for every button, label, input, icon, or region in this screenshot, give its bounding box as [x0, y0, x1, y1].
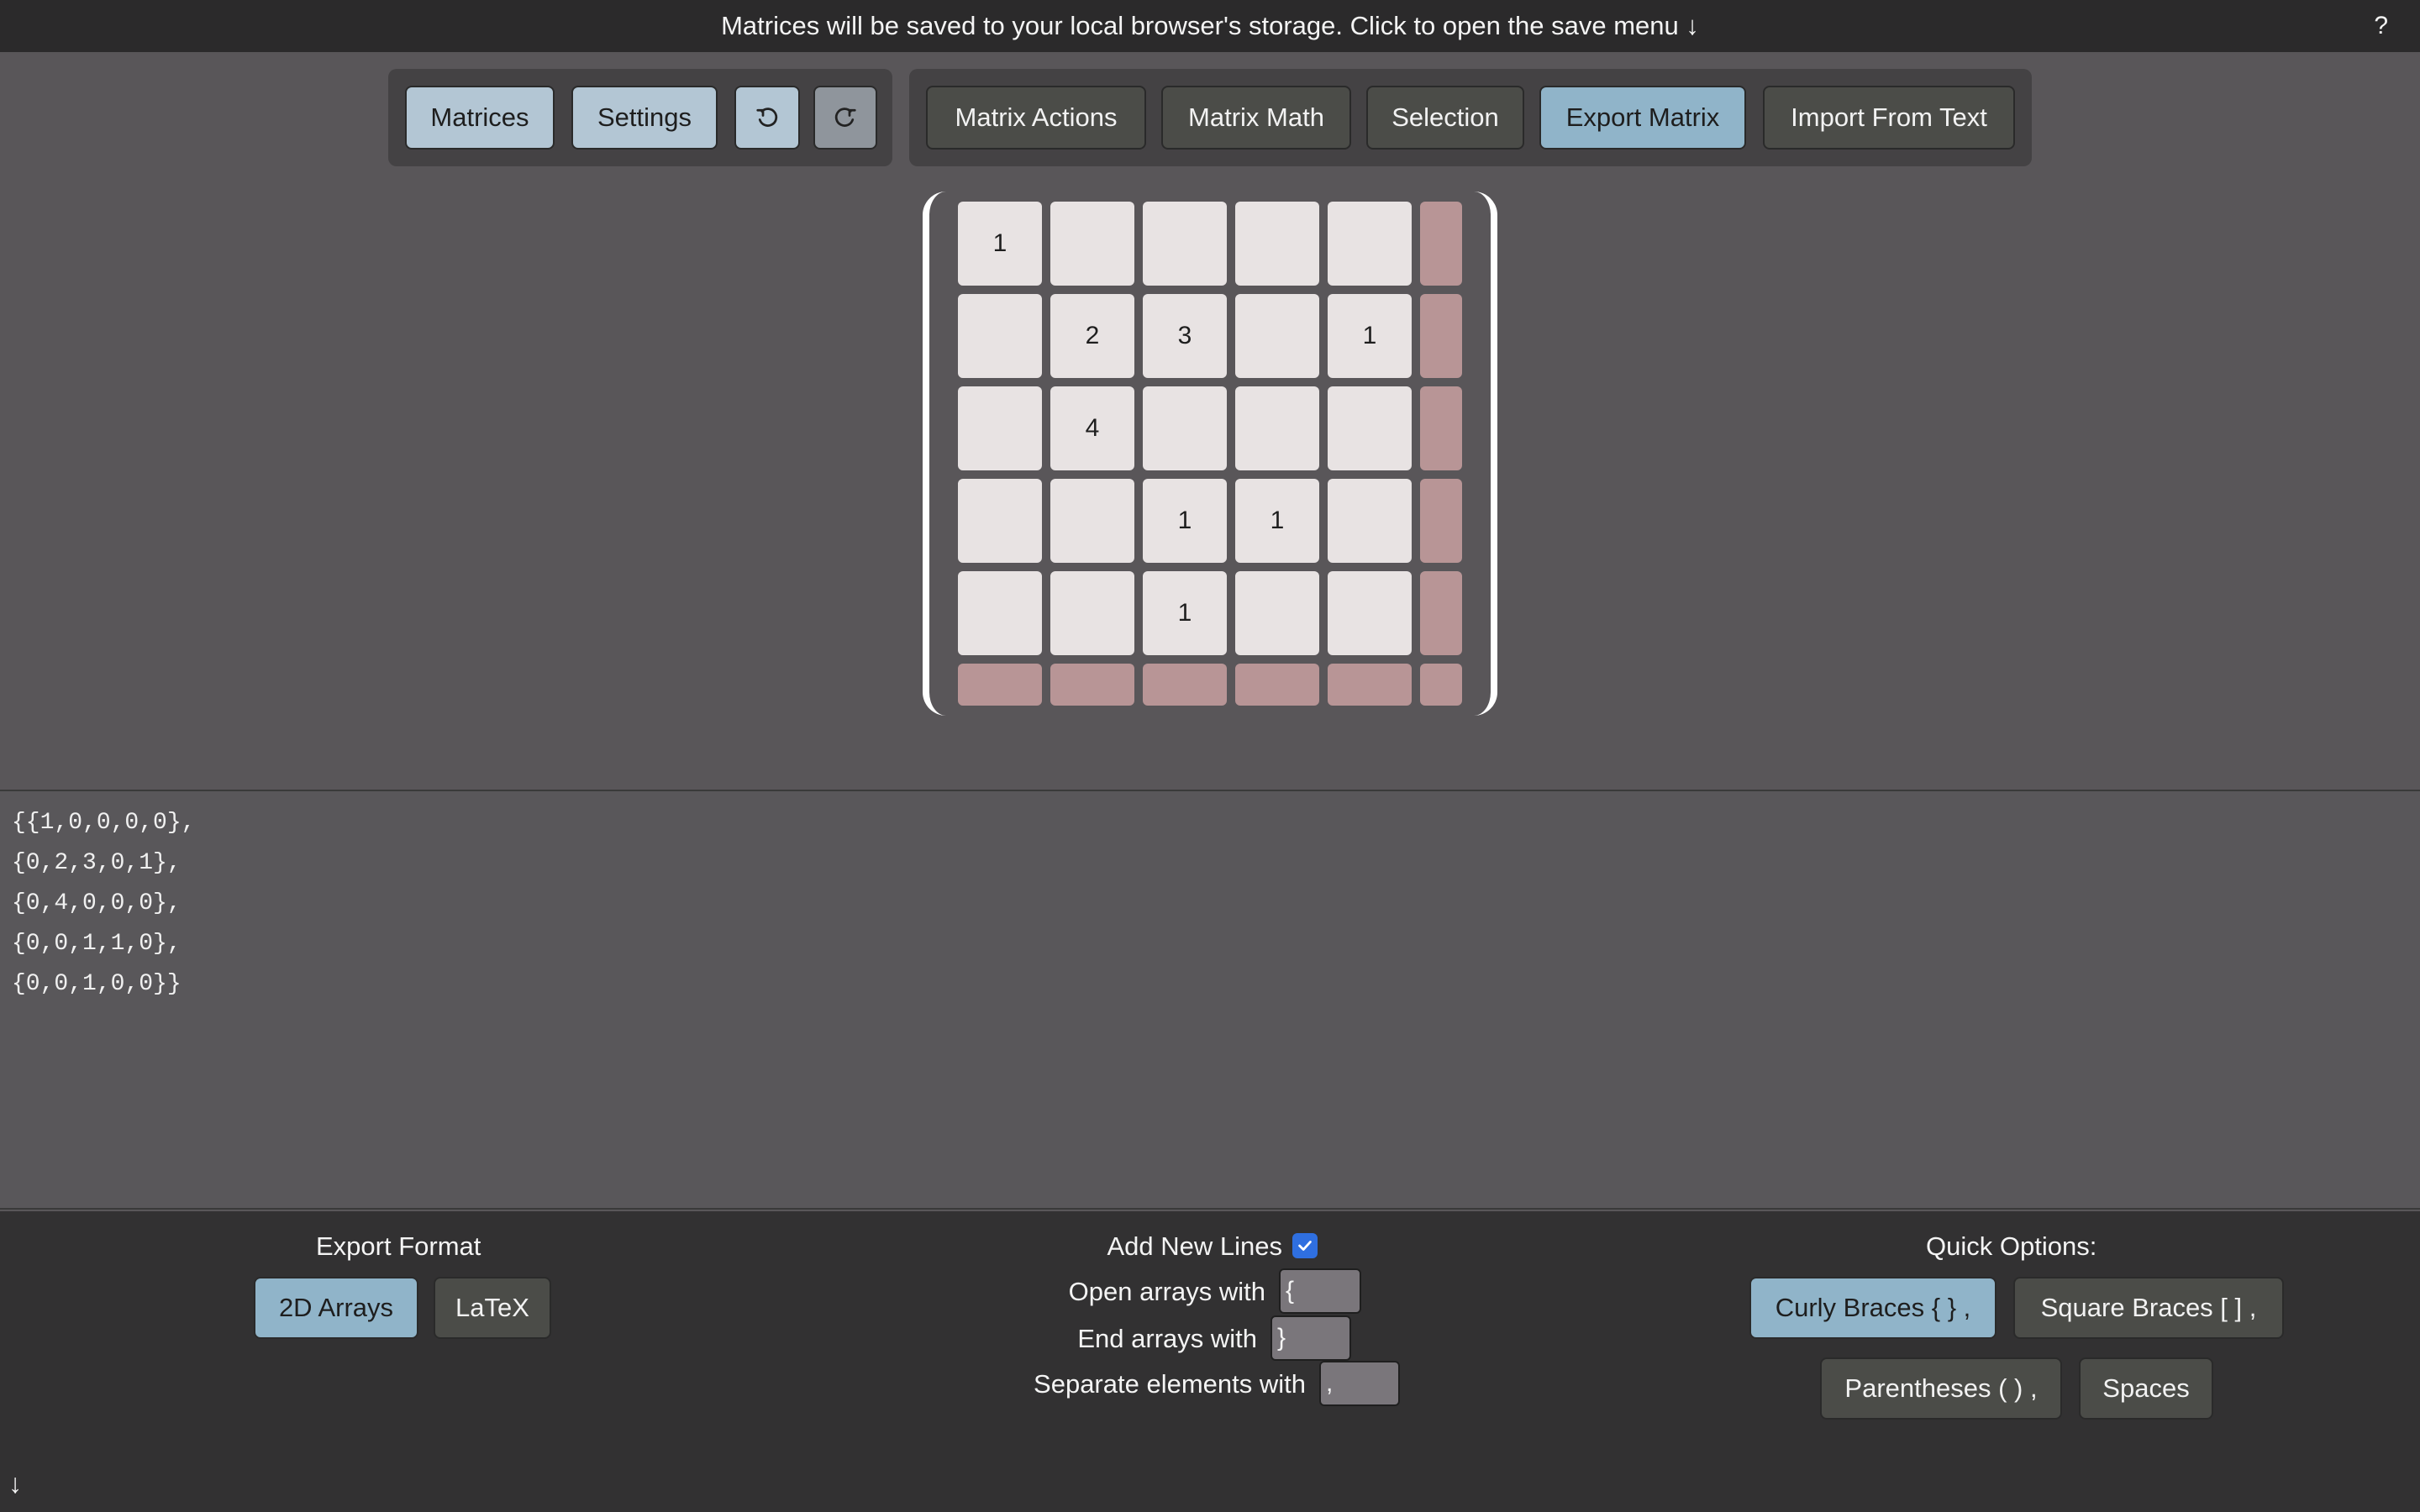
left-bracket	[923, 192, 946, 716]
save-banner[interactable]: Matrices will be saved to your local bro…	[0, 0, 2420, 52]
matrix-cell[interactable]	[1328, 386, 1412, 470]
export-format-title: Export Format	[316, 1231, 481, 1261]
separate-elements-input[interactable]	[1319, 1361, 1400, 1406]
matrix-cell[interactable]	[958, 386, 1042, 470]
format-2d-arrays-button[interactable]: 2D Arrays	[254, 1277, 418, 1339]
open-arrays-input[interactable]	[1279, 1268, 1361, 1314]
settings-button[interactable]: Settings	[571, 86, 718, 150]
matrix-editor: 12314111	[923, 188, 1497, 721]
export-options-panel: Export Format 2D Arrays LaTeX Add New Li…	[0, 1211, 2420, 1512]
matrix-cell[interactable]	[1143, 386, 1227, 470]
open-arrays-label: Open arrays with	[1068, 1277, 1265, 1306]
export-line: {0,4,0,0,0},	[12, 890, 182, 916]
matrix-cell[interactable]: 1	[1235, 479, 1319, 563]
matrix-cell[interactable]: 3	[1143, 294, 1227, 378]
end-arrays-input[interactable]	[1270, 1315, 1351, 1361]
add-column-cell[interactable]	[1420, 571, 1462, 655]
matrix-cell[interactable]	[958, 479, 1042, 563]
matrix-cell[interactable]: 1	[1328, 294, 1412, 378]
save-banner-text: Matrices will be saved to your local bro…	[721, 11, 1699, 40]
quick-curly-braces-button[interactable]: Curly Braces { } ,	[1749, 1277, 1996, 1339]
matrix-cell[interactable]: 1	[1143, 571, 1227, 655]
add-row-cell[interactable]	[958, 664, 1042, 706]
main-toolbar: Matrices Settings	[388, 69, 892, 166]
add-column-cell[interactable]	[1420, 479, 1462, 563]
matrix-cell[interactable]	[1235, 294, 1319, 378]
matrix-cell[interactable]: 2	[1050, 294, 1134, 378]
matrix-cell[interactable]	[1050, 479, 1134, 563]
format-latex-button[interactable]: LaTeX	[434, 1277, 551, 1339]
tab-selection[interactable]: Selection	[1366, 86, 1524, 150]
redo-icon	[833, 105, 858, 130]
matrix-cell[interactable]: 4	[1050, 386, 1134, 470]
add-new-lines-checkbox[interactable]	[1292, 1233, 1318, 1258]
export-line: {0,0,1,1,0},	[12, 931, 182, 957]
matrix-cell[interactable]	[958, 294, 1042, 378]
matrix-cell[interactable]	[1050, 571, 1134, 655]
matrices-button[interactable]: Matrices	[405, 86, 555, 150]
undo-button[interactable]	[734, 86, 800, 150]
add-column-cell[interactable]	[1420, 294, 1462, 378]
export-output[interactable]: {{1,0,0,0,0}, {0,2,3,0,1}, {0,4,0,0,0}, …	[0, 790, 2420, 1210]
matrix-cell[interactable]	[1328, 202, 1412, 286]
tab-matrix-math[interactable]: Matrix Math	[1161, 86, 1351, 150]
tab-export-matrix[interactable]: Export Matrix	[1539, 86, 1746, 150]
add-row-cell[interactable]	[1328, 664, 1412, 706]
matrix-cell[interactable]: 1	[1143, 479, 1227, 563]
tab-toolbar: Matrix Actions Matrix Math Selection Exp…	[909, 69, 2032, 166]
matrix-cell[interactable]: 1	[958, 202, 1042, 286]
export-line: {0,0,1,0,0}}	[12, 971, 182, 997]
add-row-cell[interactable]	[1050, 664, 1134, 706]
matrix-cell[interactable]	[1235, 202, 1319, 286]
add-row-cell[interactable]	[1143, 664, 1227, 706]
matrix-cell[interactable]	[1328, 571, 1412, 655]
tab-import-from-text[interactable]: Import From Text	[1763, 86, 2015, 150]
matrix-cell[interactable]	[1235, 386, 1319, 470]
quick-square-braces-button[interactable]: Square Braces [ ] ,	[2013, 1277, 2284, 1339]
scroll-down-icon[interactable]: ↓	[8, 1468, 22, 1499]
right-bracket	[1474, 192, 1497, 716]
add-new-lines-label: Add New Lines	[1107, 1231, 1282, 1261]
add-row-cell[interactable]	[1420, 664, 1462, 706]
redo-button[interactable]	[813, 86, 877, 150]
end-arrays-label: End arrays with	[1077, 1324, 1257, 1353]
add-column-cell[interactable]	[1420, 202, 1462, 286]
separate-elements-label: Separate elements with	[1034, 1369, 1306, 1399]
matrix-cell[interactable]	[1235, 571, 1319, 655]
matrix-cell[interactable]	[1328, 479, 1412, 563]
export-line: {{1,0,0,0,0},	[12, 810, 196, 836]
help-button[interactable]: ?	[2374, 12, 2388, 40]
add-column-cell[interactable]	[1420, 386, 1462, 470]
quick-spaces-button[interactable]: Spaces	[2079, 1357, 2213, 1420]
export-line: {0,2,3,0,1},	[12, 850, 182, 876]
matrix-cell[interactable]	[1050, 202, 1134, 286]
matrix-cell[interactable]	[1143, 202, 1227, 286]
quick-parentheses-button[interactable]: Parentheses ( ) ,	[1820, 1357, 2062, 1420]
add-row-cell[interactable]	[1235, 664, 1319, 706]
undo-icon	[755, 105, 780, 130]
tab-matrix-actions[interactable]: Matrix Actions	[926, 86, 1146, 150]
quick-options-title: Quick Options:	[1926, 1231, 2097, 1261]
matrix-cell[interactable]	[958, 571, 1042, 655]
